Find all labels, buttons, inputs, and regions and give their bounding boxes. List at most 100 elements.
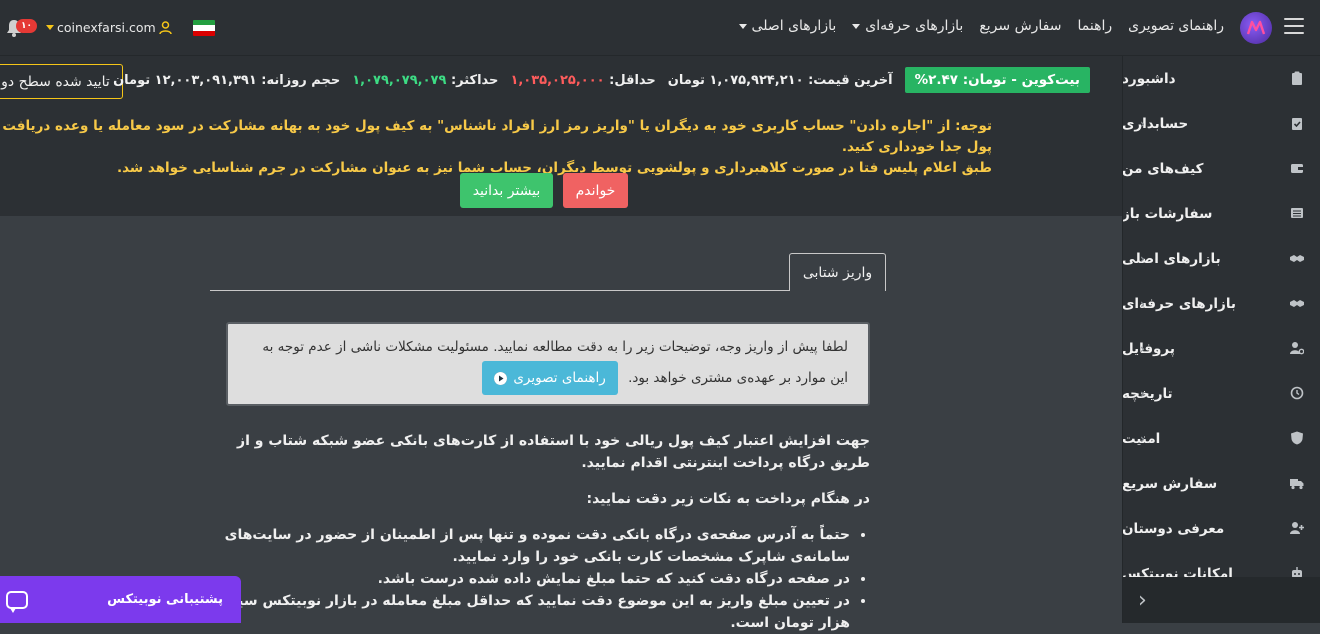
chevron-left-icon: ‹ bbox=[1140, 297, 1145, 311]
sidebar-item-label: معرفی دوستان bbox=[1122, 520, 1225, 537]
username: coinexfarsi.com bbox=[57, 20, 156, 35]
nav-quick-order[interactable]: سفارش سریع bbox=[979, 18, 1061, 34]
list-item: حتماً به آدرس صفحه‌ی درگاه بانکی دقت نمو… bbox=[210, 524, 850, 568]
max-value: ۱,۰۷۹,۰۷۹,۰۷۹ bbox=[352, 72, 447, 88]
warning-line-1: توجه: از "اجاره دادن" حساب کاربری خود به… bbox=[2, 118, 992, 155]
notification-badge: ۱۰ bbox=[16, 19, 37, 33]
support-chat-widget[interactable]: پشتیبانی نوبیتکس bbox=[0, 576, 241, 623]
min-price: حداقل: ۱,۰۳۵,۰۲۵,۰۰۰ bbox=[510, 73, 655, 88]
announcement-banner: تایید شده سطح دو بیت‌کوین - تومان: ۲.۴۷%… bbox=[0, 56, 1122, 216]
deposit-notice: لطفا پیش از واریز وجه، توضیحات زیر را به… bbox=[226, 322, 870, 406]
chevron-left-icon: ‹ bbox=[1140, 432, 1145, 446]
nav-label: بازارهای اصلی bbox=[751, 18, 837, 34]
chevron-left-icon: ‹ bbox=[1140, 252, 1145, 266]
tab-divider bbox=[210, 290, 886, 291]
guide-button-label: راهنمای تصویری bbox=[513, 370, 606, 386]
handshake-icon bbox=[1290, 296, 1304, 310]
nav-visual-guide[interactable]: راهنمای تصویری bbox=[1128, 18, 1224, 34]
learn-more-button[interactable]: بیشتر بدانید bbox=[460, 173, 553, 208]
sidebar-item[interactable]: داشبورد bbox=[1122, 56, 1320, 101]
warning-actions: بیشتر بدانید خواندم bbox=[460, 173, 628, 208]
nav-label: سفارش سریع bbox=[979, 18, 1062, 34]
last-price-label: آخرین قیمت: bbox=[808, 72, 893, 88]
sidebar-item-label: تاریخچه bbox=[1122, 385, 1173, 402]
sidebar-item[interactable]: پروفایل ‹ bbox=[1122, 326, 1320, 371]
sidebar-item[interactable]: امنیت ‹ bbox=[1123, 416, 1320, 461]
sidebar-item[interactable]: سفارش سریع bbox=[1122, 461, 1320, 506]
sidebar-item-label: داشبورد bbox=[1122, 70, 1176, 87]
caret-down-icon bbox=[46, 25, 54, 30]
sidebar-item[interactable]: تاریخچه ‹ bbox=[1122, 371, 1320, 416]
wallet-icon bbox=[1290, 161, 1304, 175]
max-price: حداکثر: ۱,۰۷۹,۰۷۹,۰۷۹ bbox=[352, 73, 498, 88]
sidebar-item-label: کیف‌های من bbox=[1122, 160, 1204, 177]
chevron-left-icon: ‹ bbox=[1140, 342, 1145, 356]
truck-icon bbox=[1290, 476, 1304, 490]
daily-volume: حجم روزانه: ۱۲,۰۰۳,۰۹۱,۳۹۱ تومان bbox=[113, 73, 340, 88]
user-plus-icon bbox=[1290, 521, 1304, 535]
handshake-icon bbox=[1290, 251, 1304, 265]
nav-label: بازارهای حرفه‌ای bbox=[865, 18, 964, 34]
tab-instant-deposit[interactable]: واریز شتابی bbox=[789, 253, 886, 291]
sidebar-item-label: سفارشات باز bbox=[1122, 205, 1213, 222]
sidebar-item-label: سفارش سریع bbox=[1122, 475, 1218, 492]
nav-main-markets[interactable]: بازارهای اصلی bbox=[738, 18, 837, 34]
clipboard-icon bbox=[1290, 71, 1304, 85]
fraud-warning: توجه: از "اجاره دادن" حساب کاربری خود به… bbox=[0, 116, 992, 179]
caret-down-icon bbox=[738, 23, 747, 29]
logo[interactable] bbox=[1240, 12, 1272, 44]
pair-badge[interactable]: بیت‌کوین - تومان: ۲.۴۷% bbox=[904, 67, 1090, 93]
chevron-right-icon: › bbox=[1138, 587, 1147, 613]
last-price: آخرین قیمت: ۱,۰۷۵,۹۲۴,۲۱۰ تومان bbox=[668, 73, 893, 88]
verification-level-button[interactable]: تایید شده سطح دو bbox=[0, 64, 123, 99]
play-icon bbox=[494, 371, 508, 385]
chevron-left-icon: ‹ bbox=[1140, 117, 1145, 131]
logo-mark-icon bbox=[1246, 20, 1266, 35]
deposit-intro: جهت افزایش اعتبار کیف پول ریالی خود با ا… bbox=[237, 433, 870, 471]
user-menu[interactable]: coinexfarsi.com bbox=[46, 20, 172, 35]
chat-icon bbox=[6, 590, 28, 613]
price-ticker: بیت‌کوین - تومان: ۲.۴۷% آخرین قیمت: ۱,۰۷… bbox=[113, 67, 1090, 93]
sidebar-item-label: پروفایل bbox=[1122, 340, 1175, 357]
clipboard-check-icon bbox=[1290, 116, 1304, 130]
volume-value: ۱۲,۰۰۳,۰۹۱,۳۹۱ تومان bbox=[113, 72, 257, 88]
sidebar-item[interactable]: سفارشات باز bbox=[1122, 191, 1320, 236]
user-icon bbox=[158, 20, 172, 34]
nav-help[interactable]: راهنما bbox=[1078, 18, 1113, 34]
user-gear-icon bbox=[1290, 341, 1304, 355]
chevron-left-icon: ‹ bbox=[1140, 387, 1145, 401]
sidebar-toggle[interactable]: › bbox=[1123, 577, 1320, 623]
nav-label: راهنما bbox=[1077, 18, 1113, 34]
list-item: در تعیین مبلغ واریز به این موضوع دقت نما… bbox=[210, 590, 850, 634]
visual-guide-button[interactable]: راهنمای تصویری bbox=[482, 361, 618, 395]
max-label: حداکثر: bbox=[450, 72, 499, 88]
min-label: حداقل: bbox=[609, 72, 656, 88]
history-icon bbox=[1290, 386, 1304, 400]
nav-label: راهنمای تصویری bbox=[1128, 18, 1224, 34]
sidebar-item[interactable]: کیف‌های من bbox=[1122, 146, 1320, 191]
iran-flag-icon[interactable] bbox=[193, 20, 215, 36]
sidebar-item-label: حسابداری bbox=[1122, 115, 1189, 132]
caret-down-icon bbox=[852, 23, 861, 29]
deposit-heading: در هنگام پرداخت به نکات زیر دقت نمایید: bbox=[586, 491, 870, 507]
sidebar-item[interactable]: بازارهای حرفه‌ای ‹ bbox=[1123, 281, 1320, 326]
volume-label: حجم روزانه: bbox=[261, 72, 341, 88]
menu-icon[interactable] bbox=[1284, 18, 1304, 34]
shield-icon bbox=[1290, 431, 1304, 445]
list-item: در صفحه درگاه دقت کنید که حتما مبلغ نمای… bbox=[210, 568, 850, 590]
min-value: ۱,۰۳۵,۰۲۵,۰۰۰ bbox=[510, 72, 605, 88]
last-price-value: ۱,۰۷۵,۹۲۴,۲۱۰ تومان bbox=[667, 72, 804, 88]
nav-links: بازارهای اصلی بازارهای حرفه‌ای سفارش سری… bbox=[738, 18, 1224, 34]
support-label: پشتیبانی نوبیتکس bbox=[107, 592, 223, 607]
deposit-tips: حتماً به آدرس صفحه‌ی درگاه بانکی دقت نمو… bbox=[210, 524, 870, 634]
dismiss-button[interactable]: خواندم bbox=[563, 173, 628, 208]
sidebar: داشبورد حسابداری ‹ کیف‌های من سفارشات باز باز… bbox=[1122, 56, 1320, 623]
list-icon bbox=[1290, 206, 1304, 220]
notifications[interactable]: ۱۰ bbox=[6, 19, 37, 41]
sidebar-item[interactable]: بازارهای اصلی ‹ bbox=[1122, 236, 1320, 281]
sidebar-item[interactable]: معرفی دوستان bbox=[1122, 506, 1320, 551]
top-navbar: بازارهای اصلی بازارهای حرفه‌ای سفارش سری… bbox=[0, 0, 1320, 56]
sidebar-item-label: بازارهای اصلی bbox=[1122, 250, 1221, 267]
sidebar-item[interactable]: حسابداری ‹ bbox=[1122, 101, 1320, 146]
nav-pro-markets[interactable]: بازارهای حرفه‌ای bbox=[852, 18, 963, 34]
